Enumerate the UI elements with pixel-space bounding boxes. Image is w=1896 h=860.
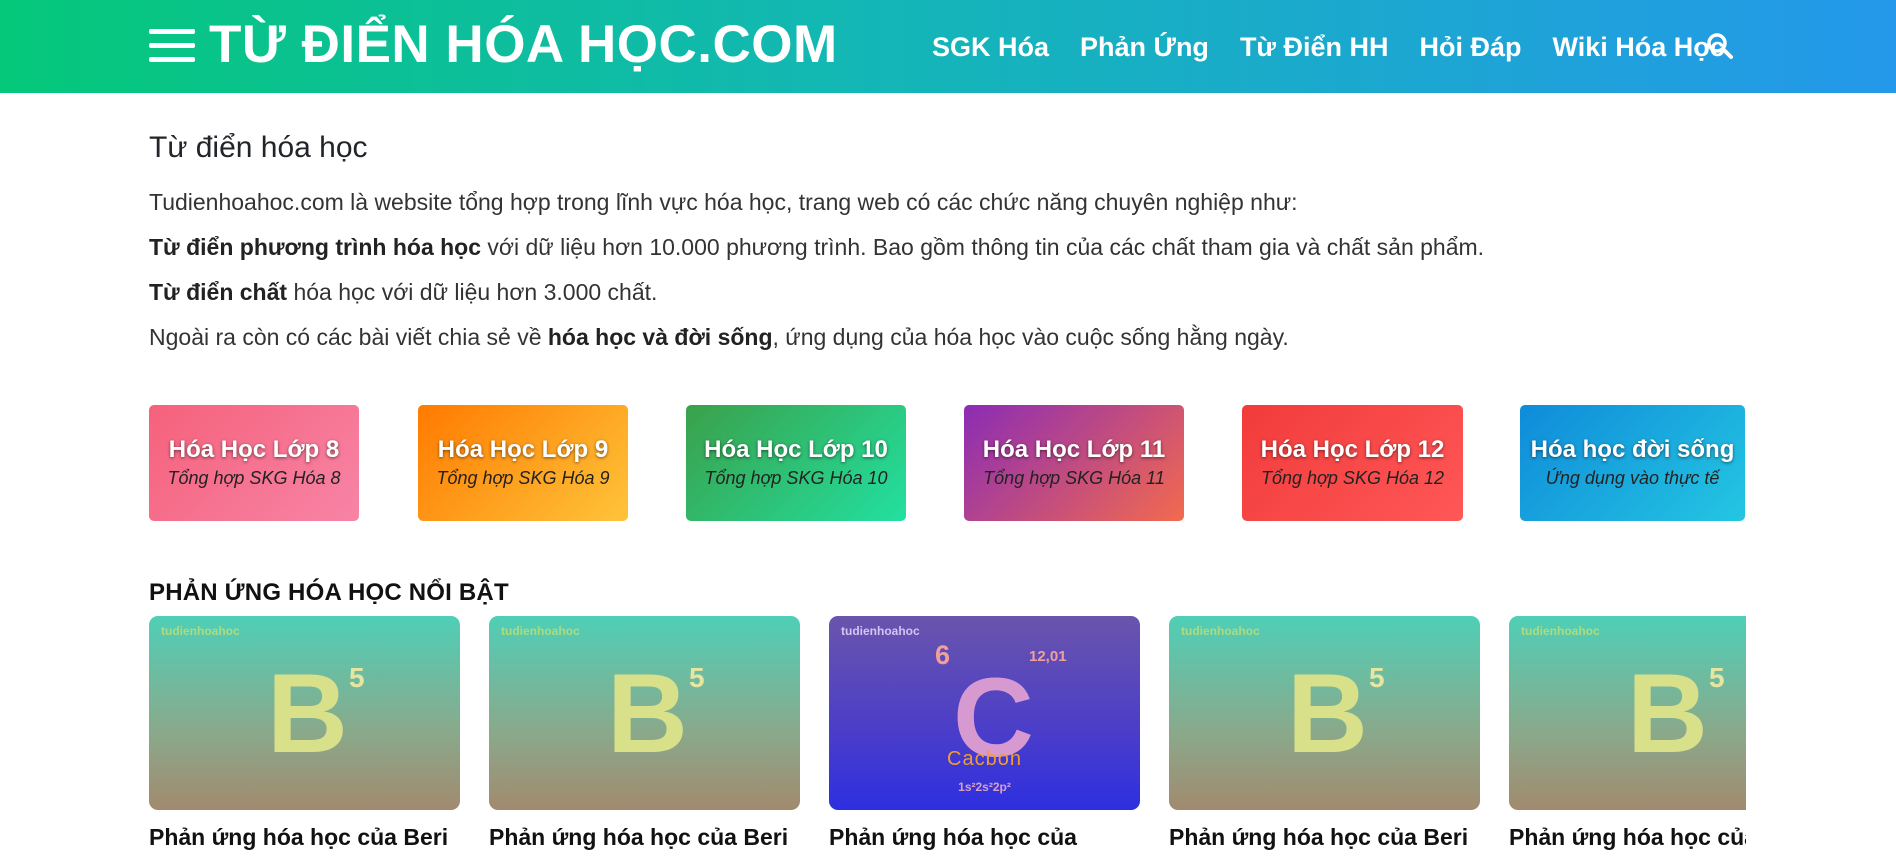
atomic-number: 5: [349, 662, 365, 693]
grade-link-10[interactable]: Hóa Học Lớp 10 Tổng hợp SKG Hóa 10: [686, 405, 906, 521]
card-title[interactable]: Phản ứng hóa học của: [1509, 822, 1746, 860]
intro-line-4: Ngoài ra còn có các bài viết chia sẻ về …: [149, 324, 1289, 350]
thumbnail-watermark: tudienhoahoc: [161, 624, 240, 638]
grade-subtitle: Tổng hợp SKG Hóa 9: [436, 468, 610, 488]
thumbnail-watermark: tudienhoahoc: [501, 624, 580, 638]
atomic-number: 5: [1709, 662, 1725, 693]
nav-link-sgk-hoa[interactable]: SGK Hóa: [932, 27, 1049, 67]
element-symbol: B: [607, 651, 688, 776]
nav-link-hoi-dap[interactable]: Hỏi Đáp: [1420, 27, 1522, 67]
reaction-card[interactable]: tudienhoahoc B 5 Phản ứng hóa học của: [1509, 616, 1746, 860]
card-title[interactable]: Phản ứng hóa học của Beri: [149, 822, 460, 860]
atomic-number: 5: [1369, 662, 1385, 693]
grade-link-11[interactable]: Hóa Học Lớp 11 Tổng hợp SKG Hóa 11: [964, 405, 1184, 521]
grade-subtitle: Tổng hợp SKG Hóa 8: [167, 468, 341, 488]
thumbnail-watermark: tudienhoahoc: [841, 624, 920, 638]
section-title: PHẢN ỨNG HÓA HỌC NỔI BẬT: [149, 579, 509, 606]
card-thumbnail: tudienhoahoc 6 12,01 C Cacbon 1s²2s²2p²: [829, 616, 1140, 810]
reaction-cards: tudienhoahoc B 5 Phản ứng hóa học của Be…: [149, 616, 1746, 860]
grade-links: Hóa Học Lớp 8 Tổng hợp SKG Hóa 8 Hóa Học…: [149, 405, 1745, 521]
card-title[interactable]: Phản ứng hóa học của Beri: [489, 822, 800, 860]
element-symbol: B: [1627, 651, 1708, 776]
atomic-number: 5: [689, 662, 705, 693]
intro-section: Từ điển hóa học Tudienhoahoc.com là webs…: [149, 128, 1749, 360]
page-title: Từ điển hóa học: [149, 131, 368, 164]
reaction-card[interactable]: tudienhoahoc 6 12,01 C Cacbon 1s²2s²2p² …: [829, 616, 1140, 860]
search-icon[interactable]: [1706, 32, 1734, 60]
grade-title: Hóa học đời sống: [1530, 436, 1735, 463]
atomic-number: 6: [935, 640, 951, 670]
grade-title: Hóa Học Lớp 9: [437, 436, 609, 463]
reaction-card[interactable]: tudienhoahoc B 5 Phản ứng hóa học của Be…: [489, 616, 800, 860]
intro-line-3: Từ điển chất hóa học với dữ liệu hơn 3.0…: [149, 279, 658, 305]
main-nav: SGK Hóa Phản Ứng Từ Điển HH Hỏi Đáp Wiki…: [932, 27, 1756, 67]
hamburger-menu-icon[interactable]: [149, 29, 195, 65]
electron-configuration: 1s²2s²2p²: [958, 780, 1011, 794]
grade-title: Hóa Học Lớp 10: [704, 436, 888, 463]
grade-link-9[interactable]: Hóa Học Lớp 9 Tổng hợp SKG Hóa 9: [418, 405, 628, 521]
atomic-mass: 12,01: [1029, 648, 1067, 665]
card-thumbnail: tudienhoahoc B 5: [1169, 616, 1480, 810]
grade-subtitle: Ứng dụng vào thực tế: [1545, 468, 1720, 488]
element-symbol: B: [267, 651, 348, 776]
card-thumbnail: tudienhoahoc B 5: [489, 616, 800, 810]
card-thumbnail: tudienhoahoc B 5: [1509, 616, 1746, 810]
grade-title: Hóa Học Lớp 11: [982, 436, 1166, 463]
grade-subtitle: Tổng hợp SKG Hóa 10: [704, 468, 888, 488]
grade-title: Hóa Học Lớp 12: [1260, 436, 1445, 463]
reaction-card[interactable]: tudienhoahoc B 5 Phản ứng hóa học của Be…: [149, 616, 460, 860]
grade-link-doi-song[interactable]: Hóa học đời sống Ứng dụng vào thực tế: [1520, 405, 1745, 521]
site-header: TỪ ĐIỂN HÓA HỌC.COM SGK Hóa Phản Ứng Từ …: [0, 0, 1896, 93]
grade-subtitle: Tổng hợp SKG Hóa 11: [983, 468, 1165, 488]
nav-link-tu-dien-hh[interactable]: Từ Điển HH: [1240, 27, 1389, 67]
site-logo[interactable]: TỪ ĐIỂN HÓA HỌC.COM: [209, 12, 838, 78]
grade-link-8[interactable]: Hóa Học Lớp 8 Tổng hợp SKG Hóa 8: [149, 405, 359, 521]
card-title[interactable]: Phản ứng hóa học của Beri: [1169, 822, 1480, 860]
grade-link-12[interactable]: Hóa Học Lớp 12 Tổng hợp SKG Hóa 12: [1242, 405, 1463, 521]
card-title[interactable]: Phản ứng hóa học của: [829, 822, 1140, 860]
intro-line-1: Tudienhoahoc.com là website tổng hợp tro…: [149, 189, 1298, 215]
nav-link-wiki-hoa-hoc[interactable]: Wiki Hóa Học: [1553, 27, 1725, 67]
element-symbol: B: [1287, 651, 1368, 776]
nav-link-phan-ung[interactable]: Phản Ứng: [1080, 27, 1209, 67]
grade-title: Hóa Học Lớp 8: [168, 436, 340, 463]
reaction-card[interactable]: tudienhoahoc B 5 Phản ứng hóa học của Be…: [1169, 616, 1480, 860]
thumbnail-watermark: tudienhoahoc: [1181, 624, 1260, 638]
intro-line-2: Từ điển phương trình hóa học với dữ liệu…: [149, 234, 1485, 260]
grade-subtitle: Tổng hợp SKG Hóa 12: [1261, 468, 1444, 488]
thumbnail-watermark: tudienhoahoc: [1521, 624, 1600, 638]
element-name: Cacbon: [947, 748, 1022, 770]
card-thumbnail: tudienhoahoc B 5: [149, 616, 460, 810]
